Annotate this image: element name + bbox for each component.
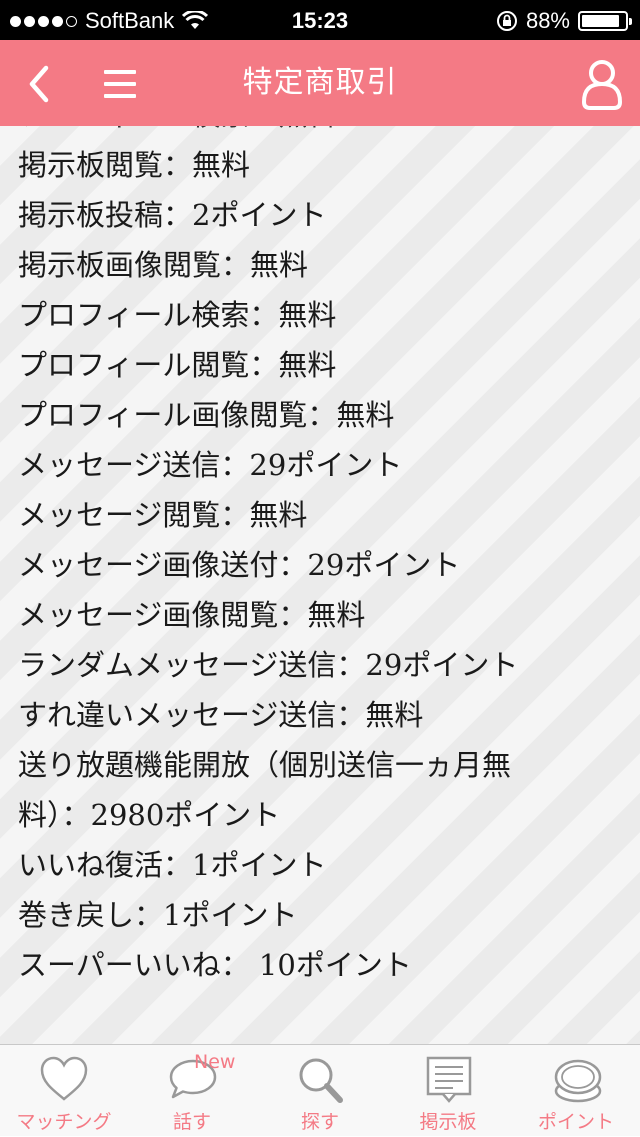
status-bar: SoftBank 15:23 88% — [0, 0, 640, 40]
tab-label: マッチング — [16, 1111, 112, 1133]
menu-button[interactable] — [100, 68, 140, 102]
price-list-item: メッセージ画像閲覧：無料 — [18, 598, 366, 632]
tab-bar: マッチング New 話す 探す 掲示板 ポイント — [0, 1044, 640, 1136]
price-list-item: プロフィール検索：無料 — [18, 126, 578, 140]
battery-fill — [582, 15, 619, 27]
user-profile-button[interactable] — [580, 58, 624, 110]
status-right: 88% — [496, 8, 632, 34]
tab-label: 探す — [300, 1111, 339, 1133]
price-list-item: ランダムメッセージ送信：29ポイント — [18, 648, 519, 682]
price-list-item: いいね復活：1ポイント — [18, 848, 327, 882]
tab-bulletin-board[interactable]: 掲示板 — [384, 1045, 512, 1137]
price-list-item: メッセージ画像送付：29ポイント — [18, 548, 461, 582]
price-list-item: 巻き戻し：1ポイント — [18, 898, 298, 932]
price-list-item: 掲示板閲覧：無料 — [18, 148, 251, 182]
price-list-item: メッセージ送信：29ポイント — [18, 448, 403, 482]
page-title: 特定商取引 — [242, 65, 398, 100]
bulletin-board-icon — [426, 1056, 472, 1103]
new-badge: New — [194, 1051, 236, 1073]
app-header: 特定商取引 — [0, 40, 640, 126]
price-list-item: 掲示板投稿：2ポイント — [18, 198, 327, 232]
tab-matching[interactable]: マッチング — [0, 1045, 128, 1137]
chevron-left-icon — [29, 65, 49, 103]
battery-percent: 88% — [525, 8, 570, 33]
content-area[interactable]: プロフィール検索：無料掲示板閲覧：無料掲示板投稿：2ポイント掲示板画像閲覧：無料… — [0, 126, 640, 1044]
price-list-item: プロフィール検索：無料 — [18, 298, 337, 332]
price-list-item: 掲示板画像閲覧：無料 — [18, 248, 309, 282]
price-list-item: プロフィール閲覧：無料 — [18, 348, 337, 382]
price-list-item: プロフィール画像閲覧：無料 — [18, 398, 395, 432]
tab-search[interactable]: 探す — [256, 1045, 384, 1137]
heart-icon — [40, 1056, 88, 1101]
back-button[interactable] — [22, 62, 62, 106]
price-list-item: 料）：2980ポイント — [18, 798, 281, 832]
tab-talk[interactable]: New 話す — [128, 1045, 256, 1137]
battery-icon — [578, 11, 632, 31]
price-list-item: すれ違いメッセージ送信：無料 — [18, 698, 424, 732]
price-list-item: 送り放題機能開放（個別送信一ヵ月無 — [18, 748, 512, 782]
magnifier-icon — [299, 1058, 343, 1103]
tab-label: ポイント — [537, 1111, 614, 1133]
price-list-item: スーパーいいね： 10ポイント — [18, 948, 412, 982]
tab-label: 掲示板 — [419, 1111, 477, 1133]
user-icon — [582, 60, 622, 110]
tab-label: 話す — [172, 1111, 211, 1133]
coins-icon — [554, 1059, 602, 1103]
tab-points[interactable]: ポイント — [512, 1045, 640, 1137]
orientation-lock-icon — [496, 11, 517, 31]
price-list: プロフィール検索：無料掲示板閲覧：無料掲示板投稿：2ポイント掲示板画像閲覧：無料… — [18, 126, 578, 990]
price-list-item: メッセージ閲覧：無料 — [18, 498, 308, 532]
